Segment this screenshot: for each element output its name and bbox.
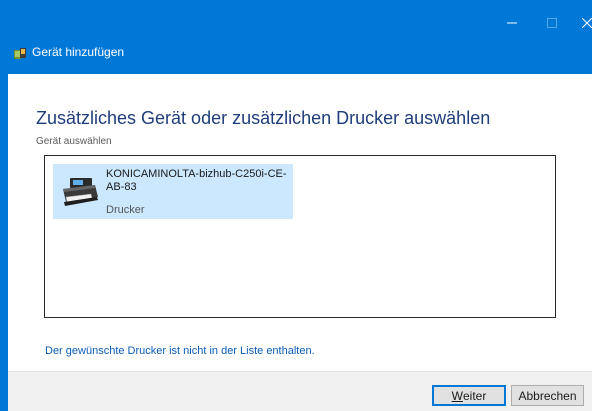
page-heading: Zusätzliches Gerät oder zusätzlichen Dru… <box>36 108 491 128</box>
close-button[interactable] <box>567 8 592 38</box>
cancel-button[interactable]: Abbrechen <box>511 385 584 406</box>
add-device-icon <box>14 48 26 59</box>
title-bar[interactable]: Gerät hinzufügen <box>8 8 592 74</box>
maximize-icon <box>547 18 557 28</box>
printer-icon <box>63 178 98 206</box>
printer-not-listed-link[interactable]: Der gewünschte Drucker ist nicht in der … <box>45 345 315 357</box>
next-button-accelerator: W <box>451 388 463 403</box>
device-item-konicaminolta[interactable]: KONICAMINOLTA-bizhub-C250i-CE-AB-83 Druc… <box>53 164 293 219</box>
add-device-window: Gerät hinzufügen Zusätzliches Gerät oder… <box>8 8 592 411</box>
window-title: Gerät hinzufügen <box>32 45 125 59</box>
next-button-label: eiter <box>462 388 487 403</box>
select-device-label: Gerät auswählen <box>36 136 112 147</box>
device-name: KONICAMINOLTA-bizhub-C250i-CE-AB-83 <box>106 168 287 193</box>
dialog-footer: Weiter Abbrechen <box>8 371 592 411</box>
minimize-button[interactable] <box>492 8 532 38</box>
device-list[interactable]: KONICAMINOLTA-bizhub-C250i-CE-AB-83 Druc… <box>44 155 556 318</box>
minimize-icon <box>507 22 517 24</box>
maximize-button <box>532 8 572 38</box>
next-button[interactable]: Weiter <box>432 385 506 406</box>
close-icon <box>582 18 592 28</box>
device-type: Drucker <box>106 204 145 216</box>
